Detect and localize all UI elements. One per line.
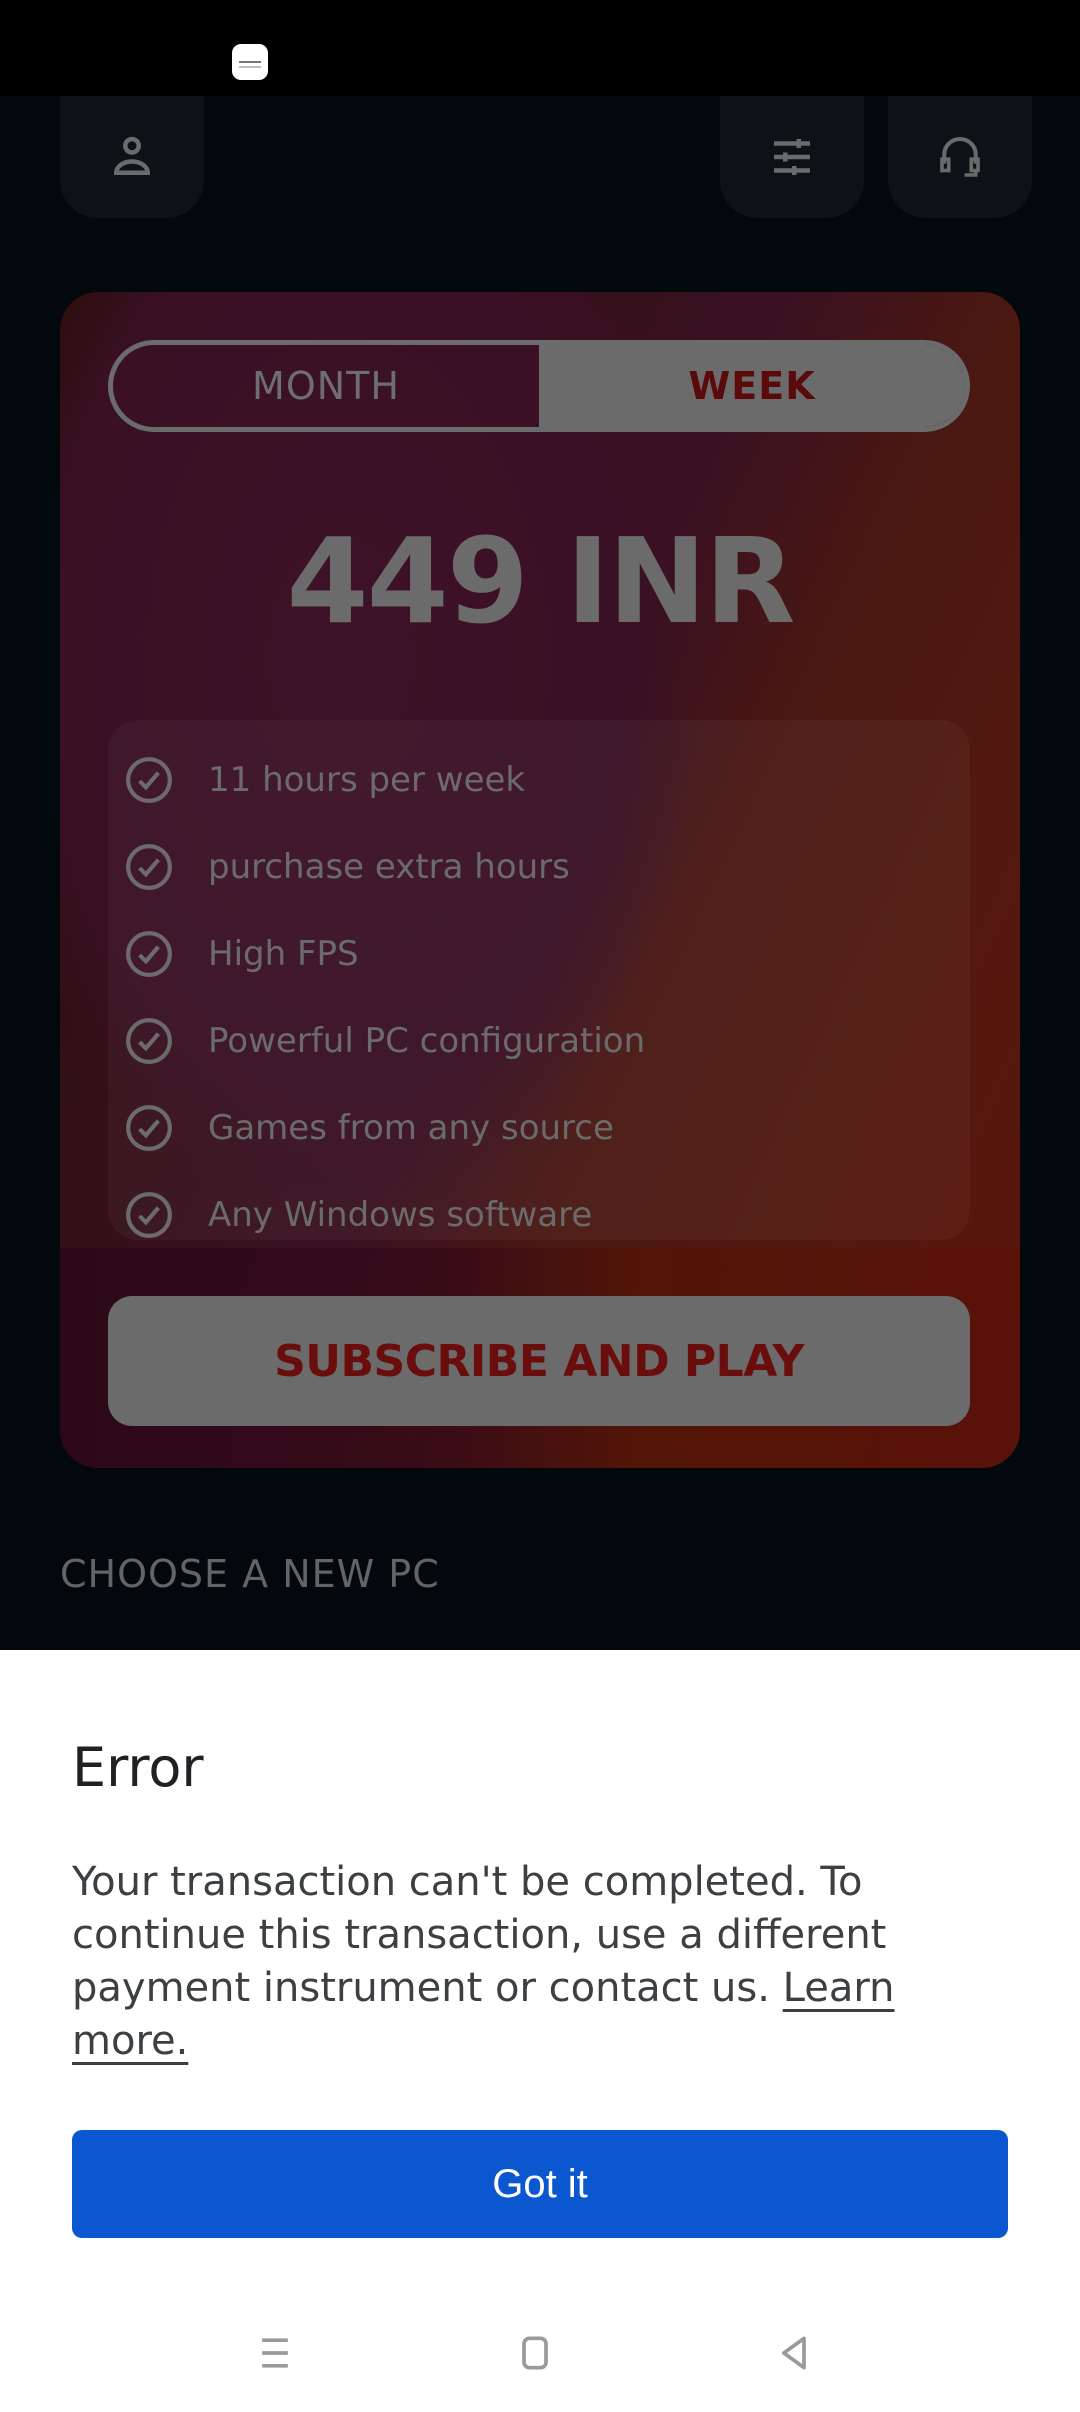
settings-button[interactable] [720, 96, 864, 218]
section-title: CHOOSE A NEW PC [60, 1552, 440, 1596]
check-circle-icon [126, 843, 172, 890]
check-circle-icon [126, 1017, 172, 1064]
back-button[interactable] [758, 2318, 828, 2388]
feature-text: Powerful PC configuration [208, 1020, 646, 1061]
subscribe-and-play-button[interactable]: SUBSCRIBE AND PLAY [108, 1296, 970, 1426]
person-icon [113, 136, 151, 175]
feature-item: Any Windows software [108, 1171, 970, 1258]
error-message: Your transaction can't be completed. To … [72, 1856, 1002, 2068]
feature-item: Games from any source [108, 1084, 970, 1171]
support-button[interactable] [888, 96, 1032, 218]
got-it-button[interactable]: Got it [72, 2130, 1008, 2238]
feature-list: 11 hours per week purchase extra hours H… [108, 720, 970, 1240]
feature-text: Games from any source [208, 1107, 614, 1148]
feature-item: purchase extra hours [108, 823, 970, 910]
recents-button[interactable] [240, 2318, 310, 2388]
feature-item: 11 hours per week [108, 736, 970, 823]
app-notification-icon [232, 44, 268, 80]
system-nav-bar [0, 2290, 1080, 2412]
profile-button[interactable] [60, 96, 204, 218]
check-circle-icon [126, 930, 172, 977]
toggle-month[interactable]: MONTH [113, 345, 539, 427]
home-button[interactable] [500, 2318, 570, 2388]
feature-item: High FPS [108, 910, 970, 997]
check-circle-icon [126, 1104, 172, 1151]
check-circle-icon [126, 756, 172, 803]
plan-card: MONTH WEEK 449 INR 11 hours per week pur… [60, 292, 1020, 1468]
menu-icon [262, 2338, 288, 2368]
check-circle-icon [126, 1191, 172, 1238]
headset-icon [940, 137, 980, 177]
feature-text: purchase extra hours [208, 846, 570, 887]
period-toggle[interactable]: MONTH WEEK [108, 340, 970, 432]
sliders-icon [774, 139, 810, 175]
toggle-week[interactable]: WEEK [539, 345, 965, 427]
feature-text: High FPS [208, 933, 359, 974]
status-bar [0, 0, 1080, 96]
back-triangle-icon [782, 2336, 806, 2370]
error-message-text: Your transaction can't be completed. To … [72, 1859, 887, 2011]
error-title: Error [72, 1736, 204, 1799]
feature-text: 11 hours per week [208, 759, 526, 800]
feature-item: Powerful PC configuration [108, 997, 970, 1084]
home-square-icon [522, 2336, 548, 2370]
plan-price: 449 INR [286, 512, 796, 650]
feature-text: Any Windows software [208, 1194, 593, 1235]
